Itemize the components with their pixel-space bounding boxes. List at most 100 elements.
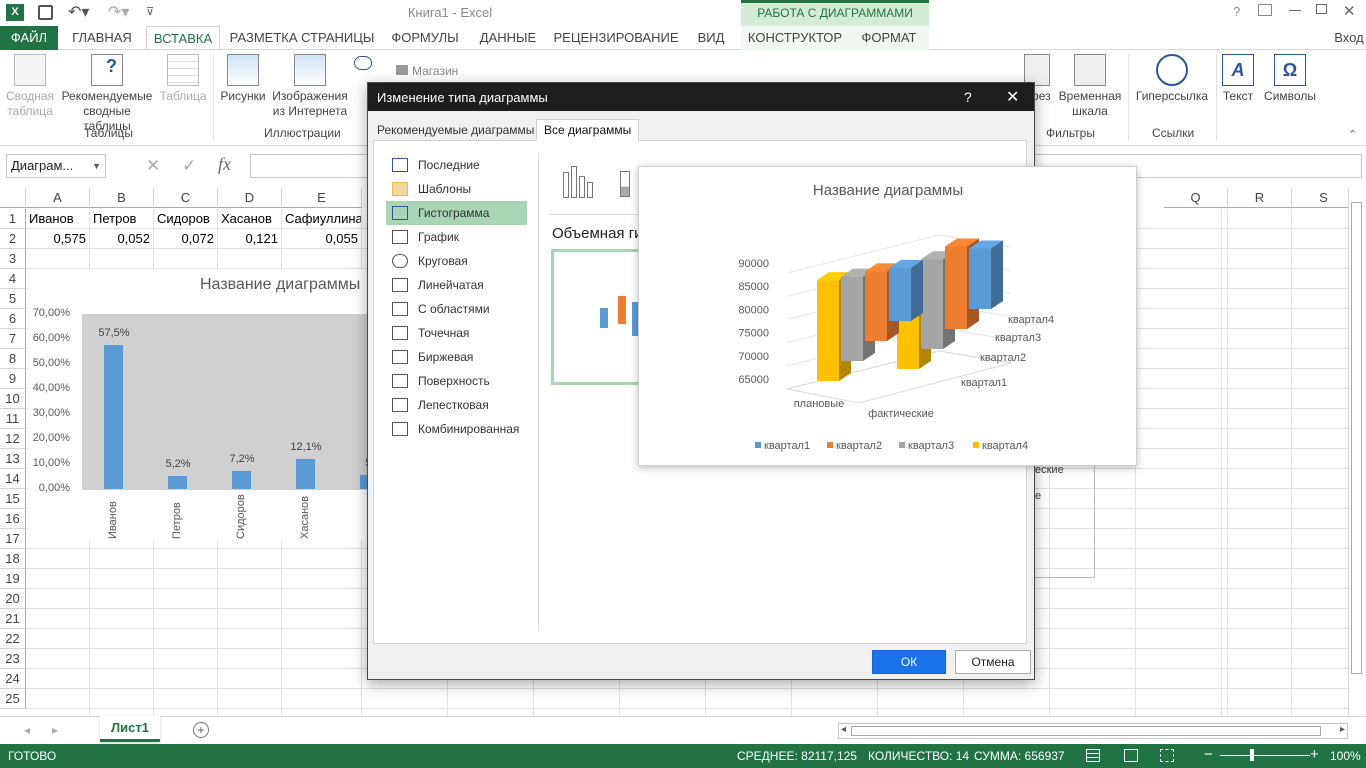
cell[interactable]: 0,072 bbox=[154, 229, 218, 249]
row-header[interactable]: 17 bbox=[0, 529, 26, 549]
cell[interactable] bbox=[218, 569, 282, 589]
cancel-entry-icon[interactable]: ✕ bbox=[146, 156, 160, 176]
login-link[interactable]: Вход bbox=[1332, 26, 1366, 50]
row-header[interactable]: 11 bbox=[0, 409, 26, 429]
zoom-level[interactable]: 100% bbox=[1330, 749, 1361, 763]
cell[interactable] bbox=[1136, 649, 1222, 669]
cell[interactable] bbox=[154, 609, 218, 629]
cell[interactable] bbox=[1292, 329, 1356, 349]
tab-home[interactable]: ГЛАВНАЯ bbox=[66, 26, 138, 50]
scroll-sheets-right-icon[interactable]: ▸ bbox=[52, 723, 58, 737]
cell[interactable] bbox=[26, 689, 90, 709]
cell[interactable] bbox=[282, 649, 362, 669]
column-header[interactable]: R bbox=[1228, 188, 1292, 208]
cell[interactable] bbox=[218, 669, 282, 689]
recommended-pivot-button[interactable]: ? Рекомендуемые сводные таблицы bbox=[58, 54, 156, 134]
cell[interactable] bbox=[154, 569, 218, 589]
cell[interactable] bbox=[282, 689, 362, 709]
tab-design[interactable]: КОНСТРУКТОР bbox=[741, 26, 849, 50]
cell[interactable] bbox=[1292, 269, 1356, 289]
cell[interactable] bbox=[282, 569, 362, 589]
cell[interactable] bbox=[1050, 609, 1136, 629]
cell[interactable] bbox=[26, 609, 90, 629]
cell[interactable] bbox=[1228, 429, 1292, 449]
cell[interactable]: 0,052 bbox=[90, 229, 154, 249]
cell[interactable] bbox=[1292, 549, 1356, 569]
cell[interactable] bbox=[1136, 429, 1222, 449]
cell[interactable] bbox=[1292, 389, 1356, 409]
cell[interactable] bbox=[90, 629, 154, 649]
cell[interactable] bbox=[1228, 309, 1292, 329]
cell[interactable] bbox=[362, 689, 448, 709]
cell[interactable] bbox=[1292, 409, 1356, 429]
tab-insert[interactable]: ВСТАВКА bbox=[146, 26, 220, 51]
cell[interactable] bbox=[1292, 249, 1356, 269]
tab-recommended-charts[interactable]: Рекомендуемые диаграммы bbox=[373, 121, 538, 141]
cell[interactable] bbox=[1292, 309, 1356, 329]
cell[interactable] bbox=[282, 549, 362, 569]
embedded-bar[interactable] bbox=[168, 476, 187, 489]
cell[interactable] bbox=[1292, 649, 1356, 669]
row-header[interactable]: 16 bbox=[0, 509, 26, 529]
cell[interactable]: 0,121 bbox=[218, 229, 282, 249]
embedded-bar[interactable] bbox=[296, 458, 315, 489]
row-header[interactable]: 8 bbox=[0, 349, 26, 369]
cell[interactable] bbox=[1228, 509, 1292, 529]
online-pictures-button[interactable]: Изображения из Интернета bbox=[270, 54, 350, 119]
cell[interactable] bbox=[1228, 289, 1292, 309]
vertical-scrollbar[interactable] bbox=[1348, 188, 1364, 716]
cell[interactable]: Иванов bbox=[26, 209, 90, 229]
cell[interactable] bbox=[448, 689, 534, 709]
cell[interactable] bbox=[26, 589, 90, 609]
cell[interactable] bbox=[1136, 609, 1222, 629]
help-icon[interactable]: ? bbox=[1233, 4, 1240, 19]
cell[interactable] bbox=[1136, 349, 1222, 369]
timeline-button[interactable]: Временная шкала bbox=[1056, 54, 1124, 119]
dialog-help-icon[interactable]: ? bbox=[964, 89, 972, 105]
category-scatter[interactable]: Точечная bbox=[386, 321, 527, 345]
cell[interactable] bbox=[1292, 229, 1356, 249]
cell[interactable] bbox=[1228, 489, 1292, 509]
cell[interactable] bbox=[90, 669, 154, 689]
cell[interactable] bbox=[1136, 689, 1222, 709]
maximize-icon[interactable] bbox=[1316, 4, 1327, 14]
subtype-clustered-column[interactable] bbox=[556, 159, 600, 201]
cell[interactable] bbox=[1136, 529, 1222, 549]
category-pie[interactable]: Круговая bbox=[386, 249, 527, 273]
cell[interactable]: 0,055 bbox=[282, 229, 362, 249]
column-header[interactable]: D bbox=[218, 188, 282, 208]
sheet-tab-list1[interactable]: Лист1 bbox=[100, 716, 160, 742]
cell[interactable] bbox=[26, 549, 90, 569]
cell[interactable] bbox=[1292, 689, 1356, 709]
row-header[interactable]: 18 bbox=[0, 549, 26, 569]
cell[interactable] bbox=[1292, 209, 1356, 229]
cell[interactable] bbox=[1292, 369, 1356, 389]
cell[interactable]: Сидоров bbox=[154, 209, 218, 229]
row-header[interactable]: 1 bbox=[0, 209, 26, 229]
cell[interactable] bbox=[218, 609, 282, 629]
page-break-view-icon[interactable] bbox=[1160, 749, 1174, 762]
cell[interactable] bbox=[1228, 669, 1292, 689]
cell[interactable] bbox=[1136, 509, 1222, 529]
cell[interactable] bbox=[218, 689, 282, 709]
cell[interactable]: Сафиуллина bbox=[282, 209, 362, 229]
category-column[interactable]: Гистограмма bbox=[386, 201, 527, 225]
cell[interactable] bbox=[1228, 369, 1292, 389]
close-window-icon[interactable]: ✕ bbox=[1343, 2, 1356, 20]
cell[interactable] bbox=[1292, 609, 1356, 629]
tab-view[interactable]: ВИД bbox=[692, 26, 730, 50]
cell[interactable] bbox=[154, 629, 218, 649]
cell[interactable] bbox=[1292, 469, 1356, 489]
ok-button[interactable]: ОК bbox=[872, 650, 946, 674]
name-box[interactable]: Диаграм... ▼ bbox=[6, 154, 106, 178]
cell[interactable]: 0,575 bbox=[26, 229, 90, 249]
cell[interactable] bbox=[1136, 369, 1222, 389]
scroll-right-icon[interactable]: ▸ bbox=[1340, 724, 1345, 735]
cell[interactable] bbox=[154, 589, 218, 609]
cell[interactable] bbox=[218, 589, 282, 609]
thumbnail-preview-selected[interactable] bbox=[551, 249, 647, 385]
row-header[interactable]: 22 bbox=[0, 629, 26, 649]
cell[interactable] bbox=[1292, 509, 1356, 529]
cell[interactable] bbox=[1228, 269, 1292, 289]
cell[interactable] bbox=[90, 589, 154, 609]
